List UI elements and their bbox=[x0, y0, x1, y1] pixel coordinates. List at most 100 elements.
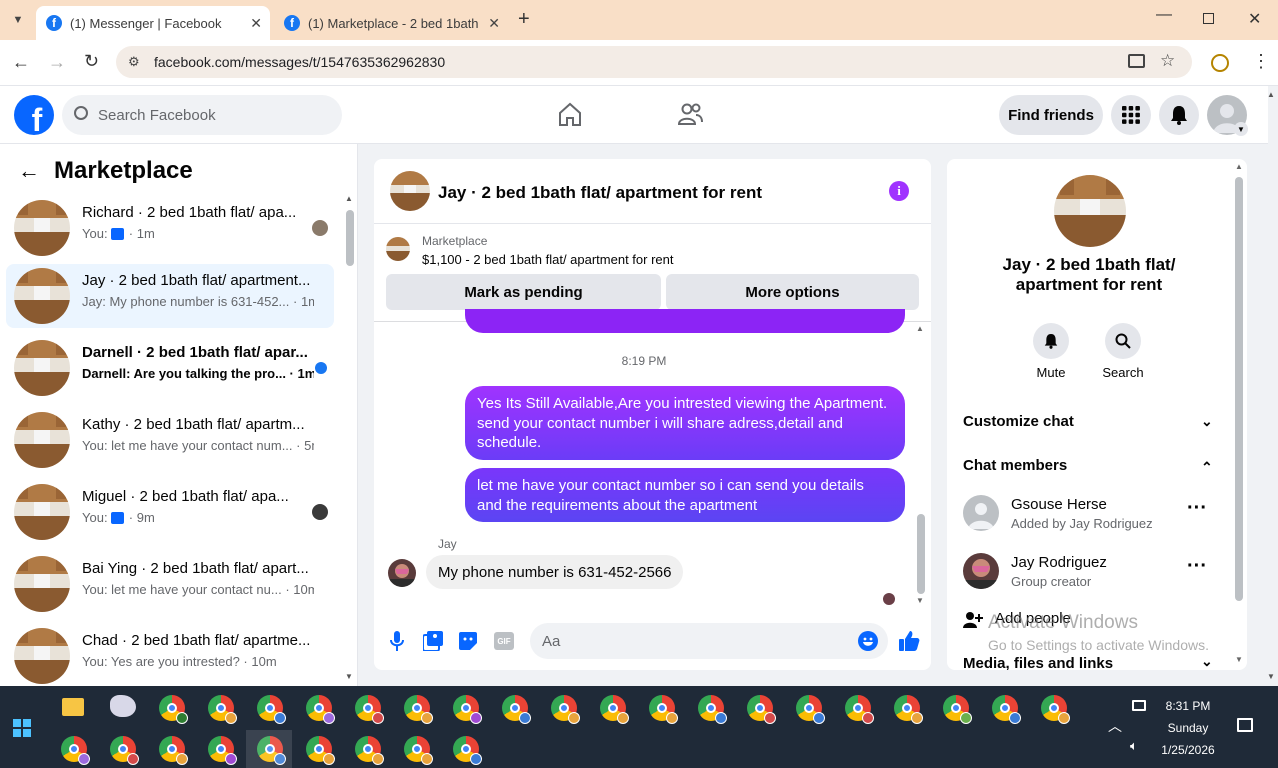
new-tab-icon[interactable]: + bbox=[518, 8, 530, 31]
tray-overflow-icon[interactable]: ︿ bbox=[1108, 716, 1122, 736]
chrome-taskbar-icon[interactable] bbox=[698, 695, 727, 724]
notification-center-icon[interactable] bbox=[1237, 718, 1253, 732]
minimize-icon[interactable]: — bbox=[1156, 6, 1172, 24]
profile-icon[interactable] bbox=[1211, 54, 1229, 72]
chrome-taskbar-icon[interactable] bbox=[355, 695, 384, 724]
member-avatar[interactable] bbox=[963, 495, 999, 531]
chevron-down-icon[interactable]: ⌄ bbox=[1201, 653, 1213, 670]
menu-icon[interactable]: ⋮ bbox=[1252, 51, 1270, 72]
forward-icon[interactable]: → bbox=[48, 52, 66, 73]
chat-scroll-up-icon[interactable]: ▲ bbox=[916, 324, 924, 333]
chat-members-section[interactable]: Chat members bbox=[963, 457, 1067, 474]
account-chevron-icon[interactable]: ▼ bbox=[1234, 122, 1248, 136]
like-thumb-icon[interactable] bbox=[898, 630, 920, 652]
chrome-taskbar-icon[interactable] bbox=[453, 695, 482, 724]
chrome-taskbar-icon[interactable] bbox=[306, 695, 335, 724]
conversation-item[interactable]: Miguel · 2 bed 1bath flat/ apa... You: · … bbox=[6, 480, 334, 544]
chat-listing-avatar[interactable] bbox=[390, 171, 430, 211]
conversation-item[interactable]: Bai Ying · 2 bed 1bath flat/ apart... You… bbox=[6, 552, 334, 616]
conversation-item[interactable]: Chad · 2 bed 1bath flat/ apartme... You: … bbox=[6, 624, 334, 686]
chevron-up-icon[interactable]: ⌃ bbox=[1201, 459, 1213, 476]
chrome-taskbar-icon[interactable] bbox=[257, 695, 286, 724]
install-app-icon[interactable] bbox=[1128, 54, 1145, 68]
outgoing-message[interactable]: Yes Its Still Available,Are you intreste… bbox=[465, 386, 905, 460]
chrome-taskbar-icon[interactable] bbox=[992, 695, 1021, 724]
chrome-taskbar-icon[interactable] bbox=[600, 695, 629, 724]
add-people-icon[interactable] bbox=[963, 611, 983, 629]
tab-marketplace[interactable]: f (1) Marketplace - 2 bed 1bath f ✕ bbox=[274, 6, 508, 40]
site-info-icon[interactable]: ⚙ bbox=[128, 54, 140, 70]
member-avatar[interactable] bbox=[963, 553, 999, 589]
volume-icon[interactable]: 🔈︎ bbox=[1130, 738, 1138, 754]
sticker-icon[interactable] bbox=[458, 631, 478, 651]
page-scroll-down-icon[interactable]: ▼ bbox=[1267, 672, 1275, 681]
search-conversation-icon[interactable] bbox=[1105, 323, 1141, 359]
restore-icon[interactable] bbox=[1203, 13, 1214, 24]
friends-icon[interactable] bbox=[676, 100, 704, 128]
more-options-button[interactable]: More options bbox=[666, 274, 919, 310]
url-input[interactable]: ⚙ facebook.com/messages/t/15476353629628… bbox=[116, 46, 1192, 78]
member-options-icon[interactable]: ··· bbox=[1187, 498, 1207, 518]
incoming-message[interactable]: My phone number is 631-452-2566 bbox=[426, 555, 684, 589]
chrome-taskbar-icon[interactable] bbox=[502, 695, 531, 724]
chrome-taskbar-icon[interactable] bbox=[943, 695, 972, 724]
conversation-item[interactable]: Kathy · 2 bed 1bath flat/ apartm... You: … bbox=[6, 408, 334, 472]
message-input[interactable]: Aa bbox=[530, 623, 888, 659]
scrollbar-thumb[interactable] bbox=[346, 210, 354, 266]
chrome-taskbar-icon[interactable] bbox=[208, 695, 237, 724]
chrome-taskbar-icon[interactable] bbox=[894, 695, 923, 724]
member-name[interactable]: Gsouse Herse bbox=[1011, 496, 1107, 513]
tab-search-icon[interactable]: ▼ bbox=[8, 10, 28, 30]
chrome-taskbar-icon[interactable] bbox=[61, 736, 90, 765]
chrome-taskbar-icon[interactable] bbox=[649, 695, 678, 724]
conversation-info-icon[interactable]: i bbox=[889, 181, 909, 201]
chrome-taskbar-icon[interactable] bbox=[551, 695, 580, 724]
scroll-down-icon[interactable]: ▼ bbox=[345, 672, 353, 681]
conversation-item[interactable]: Jay · 2 bed 1bath flat/ apartment... Jay:… bbox=[6, 264, 334, 328]
tab-messenger[interactable]: f (1) Messenger | Facebook ✕ bbox=[36, 6, 270, 40]
page-scroll-up-icon[interactable]: ▲ bbox=[1267, 90, 1275, 99]
reload-icon[interactable]: ↻ bbox=[84, 51, 99, 72]
menu-grid-icon[interactable] bbox=[1111, 95, 1151, 135]
network-icon[interactable] bbox=[1132, 700, 1146, 711]
chat-scroll-down-icon[interactable]: ▼ bbox=[916, 596, 924, 605]
details-scroll-down-icon[interactable]: ▼ bbox=[1235, 655, 1243, 664]
home-icon[interactable] bbox=[556, 100, 584, 128]
details-scrollbar-thumb[interactable] bbox=[1235, 177, 1243, 601]
customize-chat-section[interactable]: Customize chat bbox=[963, 413, 1074, 430]
paint-app-icon[interactable] bbox=[110, 695, 136, 717]
clock-date[interactable]: 1/25/2026 bbox=[1156, 743, 1220, 757]
mute-bell-icon[interactable] bbox=[1033, 323, 1069, 359]
chrome-taskbar-icon[interactable] bbox=[1041, 695, 1070, 724]
chrome-taskbar-icon[interactable] bbox=[404, 736, 433, 765]
chrome-taskbar-icon[interactable] bbox=[355, 736, 384, 765]
details-scroll-up-icon[interactable]: ▲ bbox=[1235, 162, 1243, 171]
notifications-bell-icon[interactable] bbox=[1159, 95, 1199, 135]
photo-icon[interactable] bbox=[423, 631, 443, 651]
clock-time[interactable]: 8:31 PM bbox=[1160, 699, 1216, 713]
listing-thumbnail[interactable] bbox=[386, 237, 410, 261]
chrome-taskbar-icon[interactable] bbox=[747, 695, 776, 724]
mark-as-pending-button[interactable]: Mark as pending bbox=[386, 274, 661, 310]
details-listing-image[interactable] bbox=[1054, 175, 1126, 247]
chrome-taskbar-icon[interactable] bbox=[845, 695, 874, 724]
chrome-taskbar-icon[interactable] bbox=[306, 736, 335, 765]
back-icon[interactable]: ← bbox=[12, 52, 30, 73]
search-facebook-input[interactable]: Search Facebook bbox=[62, 95, 342, 135]
close-tab-icon[interactable]: ✕ bbox=[250, 15, 262, 32]
start-windows-icon[interactable] bbox=[13, 719, 31, 737]
member-name[interactable]: Jay Rodriguez bbox=[1011, 554, 1107, 571]
file-explorer-icon[interactable] bbox=[62, 698, 84, 716]
jay-avatar[interactable] bbox=[388, 559, 416, 587]
outgoing-message[interactable]: let me have your contact number so i can… bbox=[465, 468, 905, 522]
chrome-taskbar-icon[interactable] bbox=[159, 695, 188, 724]
chrome-taskbar-icon[interactable] bbox=[159, 736, 188, 765]
chrome-taskbar-icon[interactable] bbox=[110, 736, 139, 765]
bookmark-star-icon[interactable]: ☆ bbox=[1160, 51, 1175, 71]
close-tab-icon[interactable]: ✕ bbox=[488, 15, 500, 32]
clock-day[interactable]: Sunday bbox=[1160, 721, 1216, 735]
chrome-taskbar-icon[interactable] bbox=[453, 736, 482, 765]
close-window-icon[interactable]: ✕ bbox=[1248, 9, 1261, 29]
media-files-links-section[interactable]: Media, files and links bbox=[963, 655, 1113, 670]
find-friends-button[interactable]: Find friends bbox=[999, 95, 1103, 135]
